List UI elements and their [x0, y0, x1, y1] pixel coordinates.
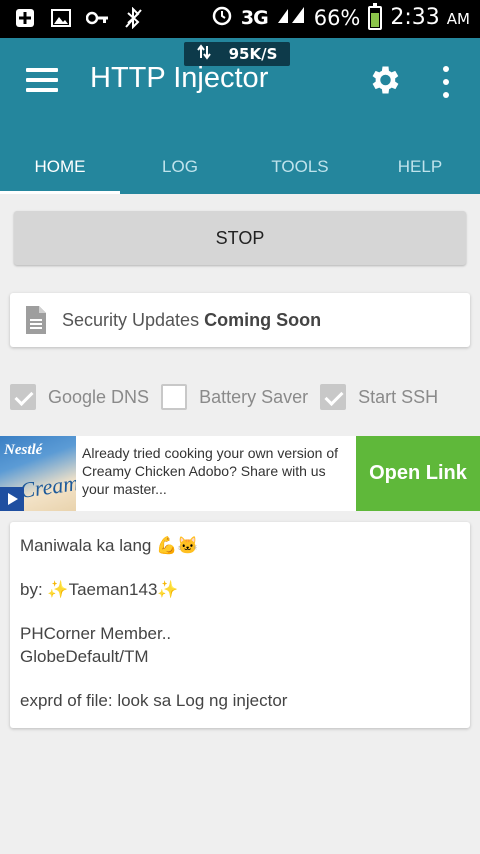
- message-line: Maniwala ka lang 💪🐱: [20, 536, 199, 555]
- network-type: 3G: [240, 6, 269, 29]
- ad-text: Already tried cooking your own version o…: [82, 445, 339, 497]
- message-line: GlobeDefault/TM: [20, 647, 149, 666]
- options-row: Google DNS Battery Saver Start SSH: [10, 381, 480, 413]
- system-status: 3G 66% 2:33 AM: [211, 2, 470, 31]
- tab-bar: HOME LOG TOOLS HELP: [0, 140, 480, 194]
- play-icon[interactable]: [0, 487, 24, 511]
- transfer-arrows-icon: [196, 44, 211, 64]
- message-line: exprd of file: look sa Log ng injector: [20, 691, 288, 710]
- google-dns-label: Google DNS: [48, 386, 150, 407]
- ad-product: Cream: [18, 470, 76, 503]
- tab-tools[interactable]: TOOLS: [240, 140, 360, 194]
- key-icon: [86, 8, 108, 28]
- message-line: PHCorner Member..: [20, 624, 172, 643]
- clock: 2:33 AM: [390, 5, 470, 30]
- signal-icon: [276, 5, 306, 30]
- battery-percent: 66%: [313, 5, 361, 30]
- battery-icon: [368, 2, 383, 30]
- add-icon: [14, 8, 36, 28]
- tab-log[interactable]: LOG: [120, 140, 240, 194]
- overflow-menu-icon[interactable]: [436, 66, 456, 98]
- message-card: Maniwala ka lang 💪🐱 by: ✨Taeman143✨ PHCo…: [10, 522, 470, 728]
- battery-saver-option[interactable]: Battery Saver: [161, 384, 308, 410]
- security-card[interactable]: Security Updates Coming Soon: [10, 293, 470, 347]
- document-icon: [26, 306, 46, 334]
- status-bar: 3G 66% 2:33 AM: [0, 0, 480, 38]
- speed-value: 95K/S: [228, 45, 278, 63]
- speed-badge: 95K/S: [184, 42, 290, 66]
- google-dns-checkbox[interactable]: [10, 384, 36, 410]
- tab-help[interactable]: HELP: [360, 140, 480, 194]
- ad-brand: Nestlé: [4, 442, 43, 458]
- message-author: by: ✨Taeman143✨: [20, 580, 179, 599]
- start-ssh-checkbox[interactable]: [320, 384, 347, 410]
- stop-button[interactable]: STOP: [14, 211, 466, 265]
- start-ssh-label: Start SSH: [358, 386, 439, 407]
- image-icon: [50, 8, 72, 28]
- alarm-icon: [211, 4, 233, 31]
- ad-image[interactable]: Nestlé Cream: [0, 436, 76, 511]
- battery-saver-label: Battery Saver: [199, 386, 309, 407]
- menu-icon[interactable]: [26, 68, 58, 92]
- battery-saver-checkbox[interactable]: [161, 384, 188, 410]
- google-dns-option[interactable]: Google DNS: [10, 384, 149, 410]
- settings-gear-icon[interactable]: [366, 62, 402, 98]
- app-title: HTTP Injector: [90, 62, 269, 94]
- open-link-button[interactable]: Open Link: [356, 436, 480, 511]
- tab-home[interactable]: HOME: [0, 140, 120, 194]
- ad-banner[interactable]: Nestlé Cream Already tried cooking your …: [0, 436, 480, 511]
- security-message: Security Updates Coming Soon: [62, 309, 322, 330]
- start-ssh-option[interactable]: Start SSH: [320, 384, 438, 410]
- notification-icons: [14, 7, 144, 29]
- bluetooth-off-icon: [122, 7, 144, 29]
